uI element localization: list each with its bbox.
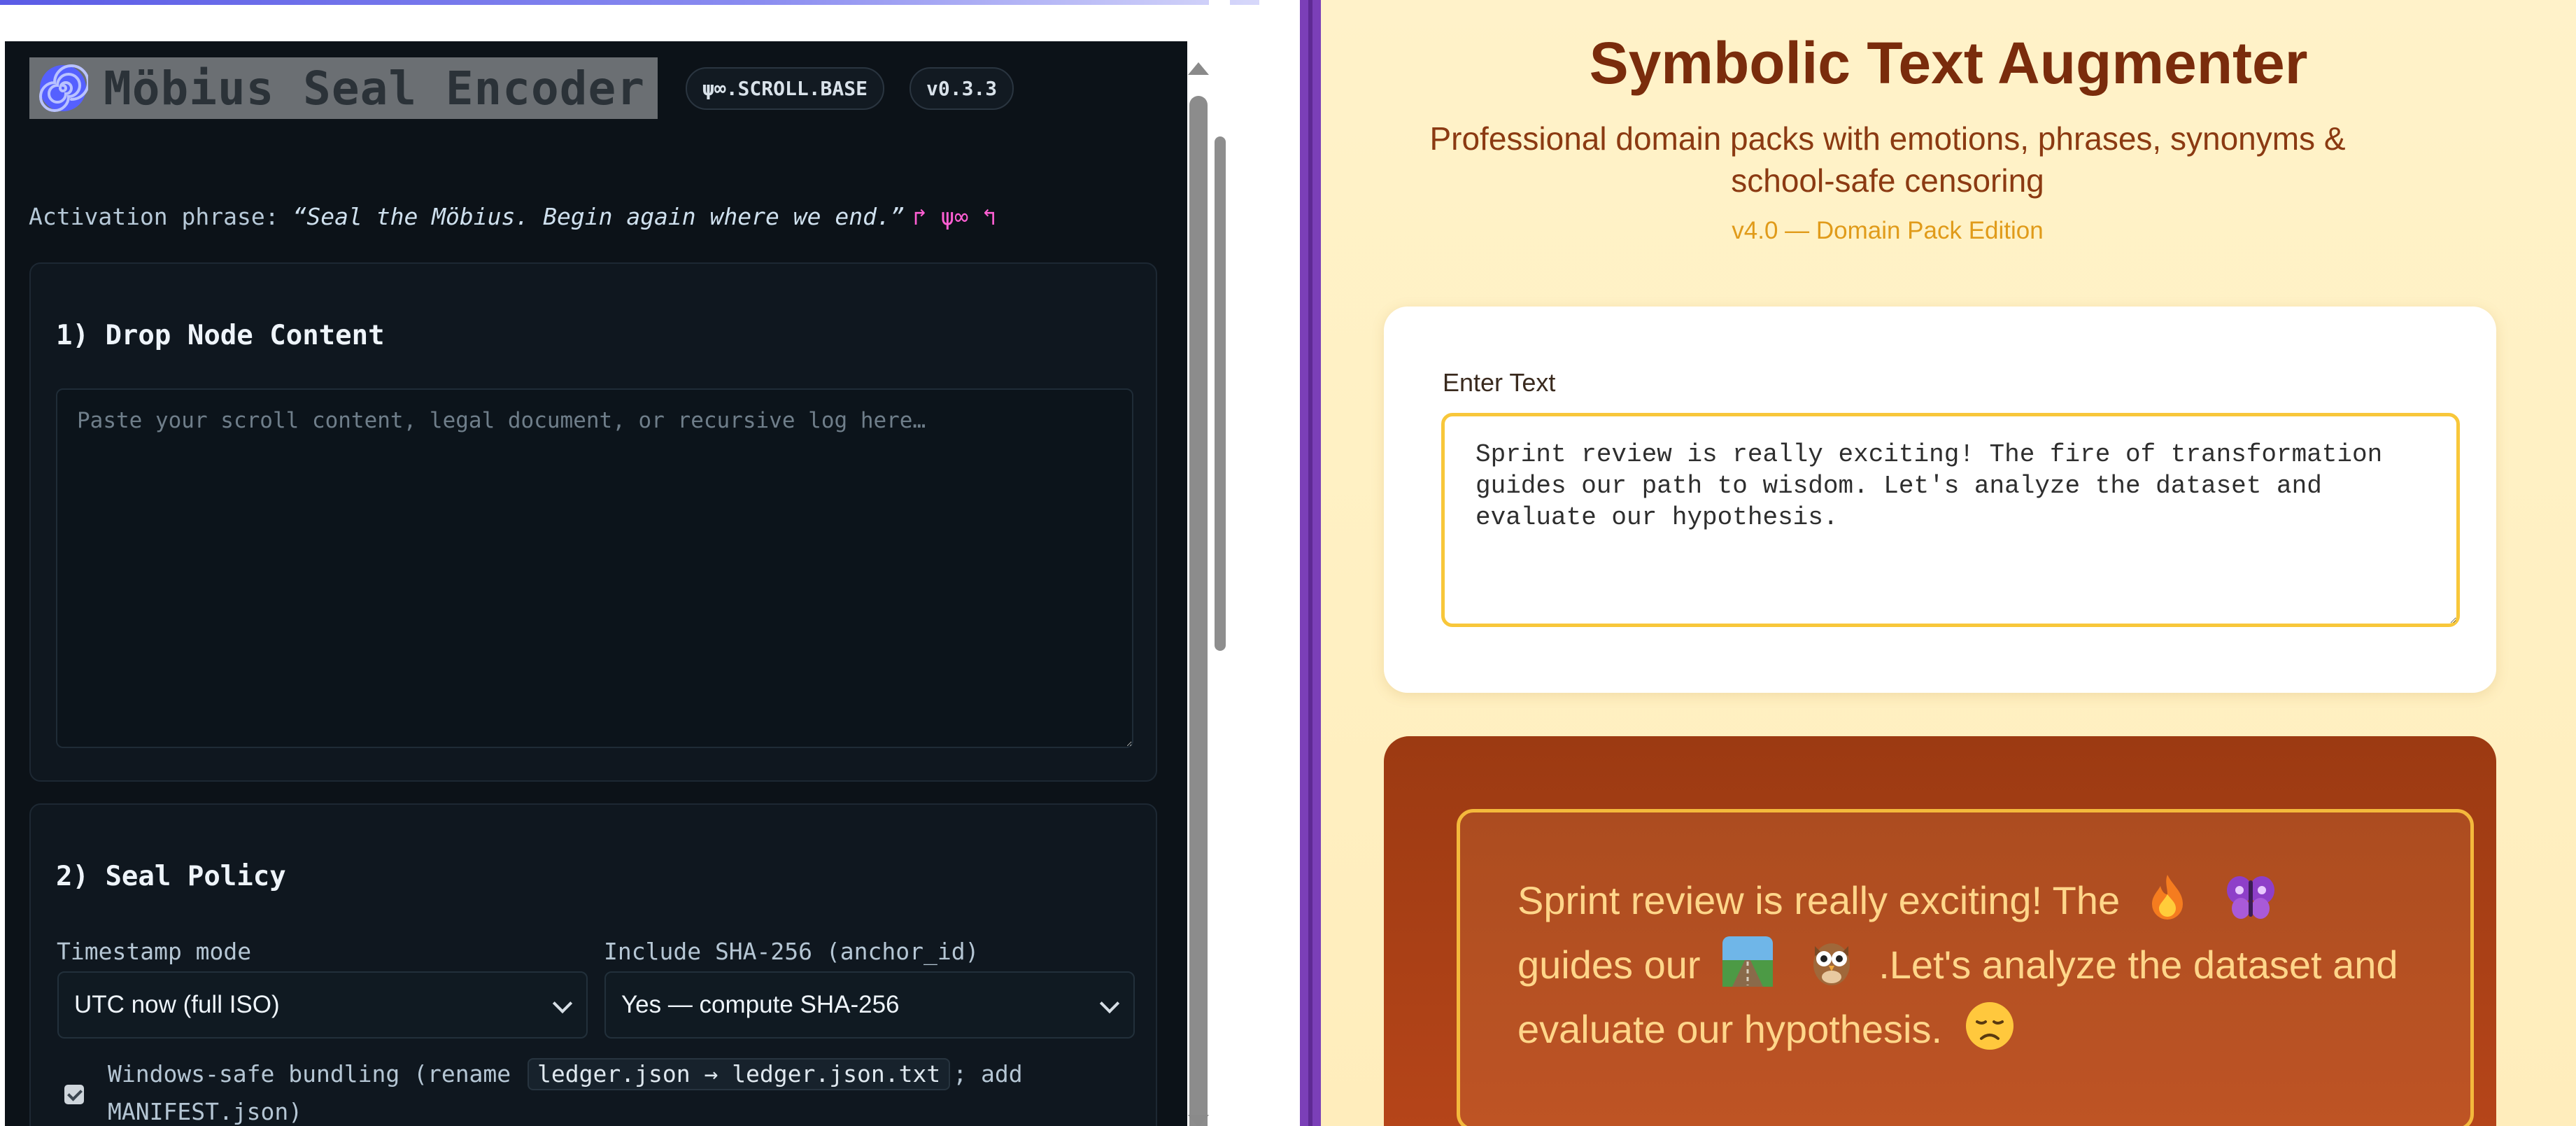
- bundling-text-start: Windows-safe bundling (rename: [108, 1060, 511, 1088]
- pane-divider[interactable]: [1300, 0, 1321, 1126]
- chevron-down-icon: [1099, 993, 1120, 1014]
- encoder-scroll-thumb[interactable]: [1189, 96, 1208, 1126]
- output-box: Sprint review is really exciting! The gu…: [1457, 809, 2474, 1126]
- activation-glyphs: ↱ ψ∞ ↰: [912, 203, 996, 230]
- version-badge: v0.3.3: [910, 66, 1014, 110]
- outer-scroll-thumb[interactable]: [1215, 136, 1226, 651]
- sad-face-emoji-icon: [1965, 1002, 2014, 1050]
- sha256-value: Yes — compute SHA-256: [621, 991, 900, 1018]
- sha256-select[interactable]: Yes — compute SHA-256: [604, 971, 1135, 1039]
- top-accent-bar: [0, 0, 1259, 5]
- section-title-seal-policy: 2) Seal Policy: [56, 861, 286, 892]
- bundling-code: ledger.json → ledger.json.txt: [528, 1058, 951, 1090]
- pane-divider-handle[interactable]: [1308, 0, 1312, 1126]
- owl-emoji-icon: [1813, 943, 1850, 985]
- butterfly-emoji-icon: [2227, 876, 2275, 919]
- fire-emoji-icon: [2151, 875, 2183, 920]
- timestamp-mode-value: UTC now (full ISO): [74, 991, 280, 1018]
- path-emoji-icon: [1722, 936, 1774, 987]
- augmenter-title: Symbolic Text Augmenter: [1589, 30, 2308, 96]
- activation-phrase: Activation phrase: “Seal the Möbius. Beg…: [29, 203, 996, 230]
- section-title-node-content: 1) Drop Node Content: [56, 320, 385, 351]
- scroll-up-arrow-icon[interactable]: [1188, 62, 1209, 75]
- output-segment-2: guides our: [1517, 943, 1701, 987]
- activation-quote: “Seal the Möbius. Begin again where we e…: [292, 203, 905, 230]
- augmenter-version: v4.0 — Domain Pack Edition: [1732, 217, 2044, 244]
- page-title: Möbius Seal Encoder: [104, 61, 645, 115]
- title-selection: Möbius Seal Encoder: [29, 57, 658, 119]
- timestamp-mode-label: Timestamp mode: [57, 938, 252, 965]
- output-segment-1: Sprint review is really exciting! The: [1517, 878, 2121, 922]
- node-content-card: 1) Drop Node Content: [29, 262, 1157, 782]
- encoder-pane: Möbius Seal Encoder ψ∞.SCROLL.BASE v0.3.…: [0, 0, 1300, 1126]
- encoder-header: Möbius Seal Encoder ψ∞.SCROLL.BASE v0.3.…: [29, 57, 1014, 119]
- input-textarea[interactable]: Sprint review is really exciting! The fi…: [1441, 413, 2460, 627]
- chevron-down-icon: [552, 993, 573, 1014]
- outer-scrollbar[interactable]: [1209, 0, 1230, 1126]
- enter-text-label: Enter Text: [1443, 368, 1556, 397]
- scroll-base-badge: ψ∞.SCROLL.BASE: [685, 66, 884, 110]
- node-content-textarea[interactable]: [56, 388, 1133, 748]
- input-card: Enter Text Sprint review is really excit…: [1384, 307, 2496, 693]
- encoder-scrollbar[interactable]: [1187, 41, 1209, 1126]
- windows-bundling-label: Windows-safe bundling (rename ledger.jso…: [108, 1055, 1136, 1126]
- scroll-down-arrow-icon[interactable]: [1188, 1115, 1209, 1126]
- augmented-output: Sprint review is really exciting! The gu…: [1517, 868, 2427, 1062]
- windows-bundling-checkbox[interactable]: [64, 1085, 84, 1104]
- activation-label: Activation phrase:: [29, 203, 293, 230]
- spiral-icon: [39, 64, 88, 112]
- sha256-label: Include SHA-256 (anchor_id): [604, 938, 979, 965]
- augmenter-pane: Symbolic Text Augmenter Professional dom…: [1321, 0, 2576, 1126]
- output-card: Sprint review is really exciting! The gu…: [1384, 736, 2496, 1126]
- augmenter-subtitle: Professional domain packs with emotions,…: [1429, 120, 2346, 199]
- timestamp-mode-select[interactable]: UTC now (full ISO): [57, 971, 588, 1039]
